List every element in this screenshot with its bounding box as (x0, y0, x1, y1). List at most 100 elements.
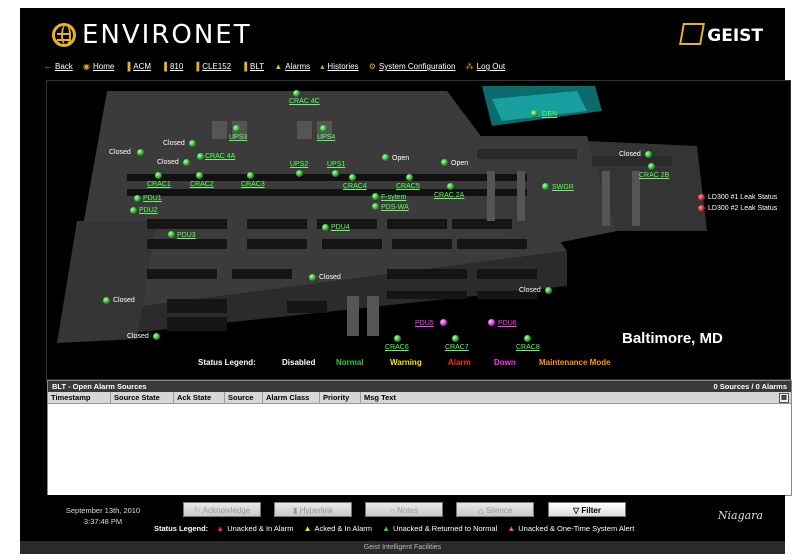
key-icon: ⁂ (465, 62, 474, 71)
status-dot[interactable] (382, 154, 389, 161)
current-time: 3:37:48 PM (83, 517, 123, 526)
f-system-link[interactable]: F-sytem (381, 194, 406, 201)
status-dot[interactable] (320, 125, 327, 132)
status-dot[interactable] (372, 193, 379, 200)
status-dot[interactable] (196, 172, 203, 179)
crac1-link[interactable]: CRAC1 (147, 181, 171, 188)
status-dot[interactable] (542, 183, 549, 190)
status-dot-down[interactable] (440, 319, 447, 326)
pdu5-link[interactable]: PDU5 (415, 320, 434, 327)
crac-4a-link[interactable]: CRAC 4A (205, 153, 235, 160)
crac3-link[interactable]: CRAC3 (241, 181, 265, 188)
crac-4c-link[interactable]: CRAC 4C (289, 98, 320, 105)
crac5-link[interactable]: CRAC5 (396, 183, 420, 190)
status-dot[interactable] (524, 335, 531, 342)
silence-button[interactable]: △ Silence (456, 502, 534, 517)
column-source[interactable]: Source (225, 392, 263, 403)
nav-home[interactable]: Home (93, 62, 114, 71)
crac-2b-link[interactable]: CRAC 2B (639, 172, 669, 179)
leak-status-dot[interactable] (698, 205, 705, 212)
column-chooser-icon[interactable]: ▤ (779, 393, 789, 403)
crac8-link[interactable]: CRAC8 (516, 344, 540, 351)
nav-blt[interactable]: BLT (250, 62, 264, 71)
status-dot[interactable] (406, 174, 413, 181)
pdu1-link[interactable]: PDU1 (143, 195, 162, 202)
nav-810[interactable]: 810 (170, 62, 183, 71)
bell-icon: ▲ (382, 524, 391, 533)
column-alarm-class[interactable]: Alarm Class (263, 392, 320, 403)
status-dot[interactable] (545, 287, 552, 294)
bell-icon: ▲ (303, 524, 312, 533)
ups2-link[interactable]: UPS2 (290, 161, 308, 168)
column-timestamp[interactable]: Timestamp (48, 392, 111, 403)
status-dot[interactable] (137, 149, 144, 156)
status-dot[interactable] (322, 224, 329, 231)
status-dot[interactable] (247, 172, 254, 179)
crac6-link[interactable]: CRAC6 (385, 344, 409, 351)
acknowledge-button[interactable]: ⚐ Acknowledge (183, 502, 261, 517)
gear-icon: ⚙ (368, 62, 376, 71)
crac-2a-link[interactable]: CRAC 2A (434, 192, 464, 199)
column-ack-state[interactable]: Ack State (174, 392, 225, 403)
column-source-state[interactable]: Source State (111, 392, 174, 403)
ups1-link[interactable]: UPS1 (327, 161, 345, 168)
gen-link[interactable]: GEN (542, 111, 557, 118)
crac2-link[interactable]: CRAC2 (190, 181, 214, 188)
bell-icon: ▲ (274, 62, 283, 71)
nav-alarms[interactable]: Alarms (285, 62, 310, 71)
nav-cle152[interactable]: CLE152 (202, 62, 231, 71)
status-dot[interactable] (452, 335, 459, 342)
ups3-link[interactable]: UPS3 (229, 134, 247, 141)
nav-log-out[interactable]: Log Out (477, 62, 505, 71)
status-dot[interactable] (189, 140, 196, 147)
status-dot[interactable] (134, 195, 141, 202)
status-dot[interactable] (130, 207, 137, 214)
status-dot[interactable] (296, 170, 303, 177)
nav-back[interactable]: Back (55, 62, 73, 71)
status-dot[interactable] (531, 110, 538, 117)
nav-acm[interactable]: ACM (133, 62, 151, 71)
notes-button[interactable]: ○ Notes (365, 502, 443, 517)
brand-name: GEIST (707, 26, 763, 46)
crac7-link[interactable]: CRAC7 (445, 344, 469, 351)
status-dot[interactable] (183, 159, 190, 166)
status-dot[interactable] (648, 163, 655, 170)
status-dot[interactable] (309, 274, 316, 281)
ups4-link[interactable]: UPS4 (317, 134, 335, 141)
status-dot[interactable] (349, 174, 356, 181)
status-dot[interactable] (372, 203, 379, 210)
legend-disabled: Disabled (282, 358, 316, 367)
pds-wa-link[interactable]: PDS-WA (381, 204, 409, 211)
status-text: Closed (619, 151, 641, 158)
back-arrow-icon: ← (44, 62, 52, 71)
column-msg-text[interactable]: Msg Text (361, 392, 399, 403)
column-priority[interactable]: Priority (320, 392, 361, 403)
status-dot[interactable] (645, 151, 652, 158)
status-dot-down[interactable] (488, 319, 495, 326)
pdu6-link[interactable]: PDU6 (498, 320, 517, 327)
status-dot[interactable] (197, 153, 204, 160)
status-dot[interactable] (233, 125, 240, 132)
status-dot[interactable] (447, 183, 454, 190)
hyperlink-button[interactable]: ▮ Hyperlink (274, 502, 352, 517)
swgr-link[interactable]: SWGR (552, 184, 574, 191)
pdu2-link[interactable]: PDU2 (139, 207, 158, 214)
alarm-panel-header: BLT - Open Alarm Sources 0 Sources / 0 A… (48, 381, 791, 392)
nav-system-configuration[interactable]: System Configuration (379, 62, 455, 71)
status-dot[interactable] (153, 333, 160, 340)
status-dot[interactable] (155, 172, 162, 179)
status-dot[interactable] (168, 231, 175, 238)
nav-histories[interactable]: Histories (327, 62, 358, 71)
status-dot[interactable] (394, 335, 401, 342)
filter-button[interactable]: ▽ Filter (548, 502, 626, 517)
status-dot[interactable] (103, 297, 110, 304)
bell-icon: ▲ (507, 524, 516, 533)
pdu3-link[interactable]: PDU3 (177, 232, 196, 239)
status-dot[interactable] (293, 90, 300, 97)
status-dot[interactable] (332, 170, 339, 177)
footer: September 13th, 2010 3:37:48 PM ⚐ Acknow… (20, 495, 785, 541)
leak-status-dot[interactable] (698, 194, 705, 201)
status-dot[interactable] (441, 159, 448, 166)
crac4-link[interactable]: CRAC4 (343, 183, 367, 190)
pdu4-link[interactable]: PDU4 (331, 224, 350, 231)
